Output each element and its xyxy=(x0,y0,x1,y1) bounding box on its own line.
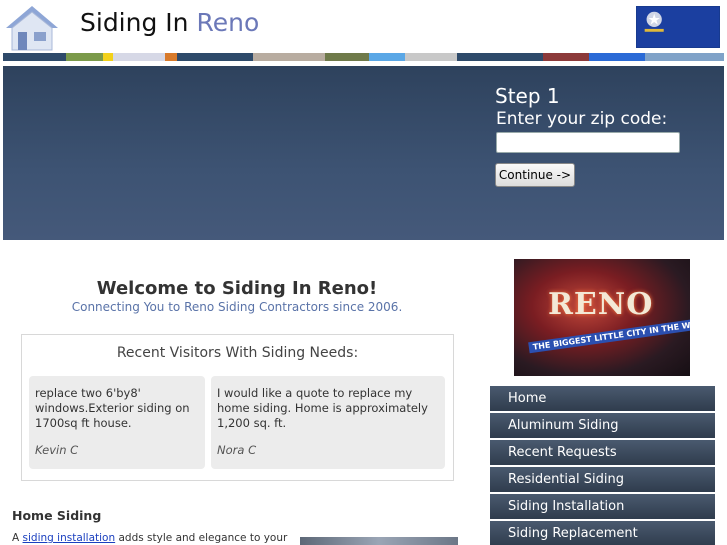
visitor-request-text: replace two 6'by8' windows.Exterior sidi… xyxy=(35,386,190,430)
color-strip-segment xyxy=(645,53,724,61)
siding-installation-link[interactable]: siding installation xyxy=(23,532,116,544)
visitor-name: Kevin C xyxy=(35,443,79,457)
siding-photo xyxy=(300,537,458,545)
zip-code-input[interactable] xyxy=(496,132,680,153)
zip-label: Enter your zip code: xyxy=(496,109,668,129)
reno-sign-text: RENO xyxy=(548,287,654,322)
nav-item-home[interactable]: Home xyxy=(490,386,715,411)
visitor-name: Nora C xyxy=(217,443,257,457)
color-strip-segment xyxy=(165,53,177,61)
color-strip-segment xyxy=(177,53,253,61)
visitor-card: I would like a quote to replace my home … xyxy=(211,376,445,469)
color-strip-segment xyxy=(369,53,405,61)
visitor-request-text: I would like a quote to replace my home … xyxy=(217,386,428,430)
reno-arch-photo: RENO THE BIGGEST LITTLE CITY IN THE WORL… xyxy=(514,259,690,376)
site-title[interactable]: Siding In Reno xyxy=(80,8,259,37)
continue-button[interactable]: Continue -> xyxy=(495,163,575,187)
nav-item-recent-requests[interactable]: Recent Requests xyxy=(490,440,715,465)
intro-paragraph: A siding installation adds style and ele… xyxy=(12,532,287,544)
header-color-strip xyxy=(3,53,724,61)
nevada-flag-icon xyxy=(636,6,720,48)
site-header: Siding In Reno xyxy=(0,0,727,61)
color-strip-segment xyxy=(103,53,113,61)
nav-item-aluminum-siding[interactable]: Aluminum Siding xyxy=(490,413,715,438)
nav-item-residential-siding[interactable]: Residential Siding xyxy=(490,467,715,492)
color-strip-segment xyxy=(325,53,369,61)
welcome-heading: Welcome to Siding In Reno! xyxy=(96,278,378,299)
site-title-accent: Reno xyxy=(196,8,260,37)
para-suffix: adds style and elegance to your xyxy=(115,532,288,544)
color-strip-segment xyxy=(589,53,645,61)
color-strip-segment xyxy=(543,53,589,61)
step-title: Step 1 xyxy=(495,84,560,108)
visitor-card: replace two 6'by8' windows.Exterior sidi… xyxy=(29,376,205,469)
color-strip-segment xyxy=(405,53,457,61)
color-strip-segment xyxy=(66,53,103,61)
sidebar-nav: Home Aluminum Siding Recent Requests Res… xyxy=(490,386,715,545)
recent-visitors-title: Recent Visitors With Siding Needs: xyxy=(116,345,359,361)
hero-banner xyxy=(3,66,724,240)
nav-item-siding-installation[interactable]: Siding Installation xyxy=(490,494,715,519)
color-strip-segment xyxy=(457,53,543,61)
tagline: Connecting You to Reno Siding Contractor… xyxy=(71,300,403,314)
home-siding-heading: Home Siding xyxy=(12,508,102,523)
color-strip-segment xyxy=(253,53,325,61)
color-strip-segment xyxy=(3,53,66,61)
site-title-main: Siding In xyxy=(80,8,189,37)
house-logo-icon[interactable] xyxy=(2,2,60,52)
color-strip-segment xyxy=(113,53,165,61)
para-prefix: A xyxy=(12,532,23,544)
nav-item-siding-replacement[interactable]: Siding Replacement xyxy=(490,521,715,545)
